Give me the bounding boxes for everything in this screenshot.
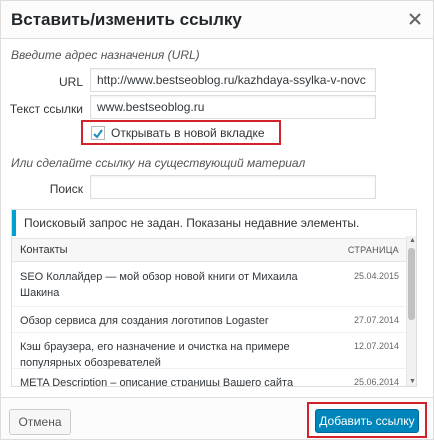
- dialog-footer: Отмена Добавить ссылку: [1, 397, 433, 439]
- result-item-date: 27.07.2014: [353, 315, 399, 325]
- dialog-header: Вставить/изменить ссылку: [1, 1, 433, 39]
- link-dialog: Вставить/изменить ссылку Введите адрес н…: [0, 0, 434, 440]
- scroll-down-icon[interactable]: ▼: [409, 378, 416, 385]
- add-link-button[interactable]: Добавить ссылку: [315, 409, 419, 433]
- dialog-title: Вставить/изменить ссылку: [11, 10, 242, 29]
- result-item-date: 25.06.2014: [353, 377, 399, 387]
- result-item-title: Кэш браузера, его назначение и очистка н…: [20, 341, 290, 369]
- results-header-date: СТРАНИЦА: [347, 245, 399, 255]
- search-label: Поиск: [49, 182, 83, 196]
- new-tab-option[interactable]: Открывать в новой вкладке: [81, 120, 281, 145]
- search-section-hint: Или сделайте ссылку на существующий мате…: [11, 156, 306, 170]
- results-header: Контакты СТРАНИЦА: [12, 238, 407, 262]
- cancel-button[interactable]: Отмена: [9, 409, 71, 435]
- submit-highlight: Добавить ссылку: [307, 402, 427, 438]
- result-item[interactable]: Обзор сервиса для создания логотипов Log…: [12, 307, 407, 333]
- url-label: URL: [58, 75, 83, 89]
- link-text-label: Текст ссылки: [9, 102, 83, 116]
- results-panel: Поисковый запрос не задан. Показаны неда…: [11, 209, 417, 387]
- result-item[interactable]: SEO Коллайдер — мой обзор новой книги от…: [12, 263, 407, 307]
- result-item[interactable]: Кэш браузера, его назначение и очистка н…: [12, 333, 407, 369]
- link-text-input[interactable]: www.bestseoblog.ru: [90, 95, 376, 119]
- results-scrollbar[interactable]: ▲ ▼: [406, 236, 416, 386]
- search-input[interactable]: [90, 175, 376, 199]
- result-item-date: 12.07.2014: [353, 341, 399, 351]
- results-notice: Поисковый запрос не задан. Показаны неда…: [12, 210, 407, 236]
- result-item[interactable]: META Description – описание страницы Ваш…: [12, 369, 407, 387]
- result-item-title: META Description – описание страницы Ваш…: [20, 377, 294, 387]
- close-icon[interactable]: [405, 9, 425, 29]
- scroll-up-icon[interactable]: ▲: [409, 237, 416, 244]
- url-input[interactable]: http://www.bestseoblog.ru/kazhdaya-ssylk…: [90, 68, 376, 92]
- scrollbar-thumb[interactable]: [408, 248, 415, 320]
- result-item-title: SEO Коллайдер — мой обзор новой книги от…: [20, 271, 298, 299]
- url-section-hint: Введите адрес назначения (URL): [11, 48, 200, 62]
- checkmark-icon: [93, 129, 103, 139]
- results-header-title: Контакты: [20, 244, 68, 256]
- result-item-date: 25.04.2015: [353, 271, 399, 281]
- new-tab-checkbox[interactable]: [91, 126, 105, 140]
- result-item-title: Обзор сервиса для создания логотипов Log…: [20, 315, 269, 327]
- new-tab-label: Открывать в новой вкладке: [111, 126, 265, 140]
